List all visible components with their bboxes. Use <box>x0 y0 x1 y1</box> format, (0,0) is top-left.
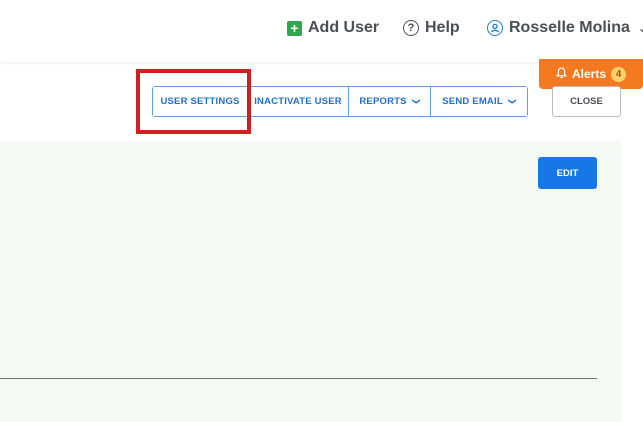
chevron-down-icon: ❯ <box>411 98 421 105</box>
reports-label: REPORTS <box>359 96 407 107</box>
chevron-down-icon: ⌄ <box>637 21 643 35</box>
inactivate-user-button[interactable]: INACTIVATE USER <box>248 87 349 116</box>
inactivate-user-label: INACTIVATE USER <box>254 96 342 107</box>
content-panel <box>0 141 621 422</box>
plus-square-icon: + <box>287 20 302 36</box>
chevron-down-icon: ❯ <box>507 98 517 105</box>
highlight-box <box>136 69 251 134</box>
close-label: CLOSE <box>570 96 603 107</box>
user-circle-icon <box>487 20 503 36</box>
add-user-label: Add User <box>308 19 380 36</box>
send-email-dropdown-button[interactable]: SEND EMAIL ❯ <box>431 87 527 116</box>
question-circle-icon: ? <box>403 20 419 36</box>
reports-dropdown-button[interactable]: REPORTS ❯ <box>349 87 431 116</box>
help-link[interactable]: ? Help <box>403 19 460 37</box>
edit-button[interactable]: EDIT <box>538 157 597 189</box>
alerts-button[interactable]: Alerts 4 <box>539 59 643 89</box>
send-email-label: SEND EMAIL <box>442 96 503 107</box>
help-label: Help <box>425 19 460 36</box>
user-profile-menu[interactable]: Rosselle Molina ⌄ <box>487 19 643 37</box>
close-button[interactable]: CLOSE <box>552 86 621 117</box>
panel-divider <box>0 378 597 379</box>
alerts-label: Alerts <box>571 67 606 81</box>
edit-label: EDIT <box>556 167 579 179</box>
bell-icon <box>555 66 568 82</box>
alerts-count-badge: 4 <box>611 66 626 82</box>
user-name: Rosselle Molina <box>509 19 630 36</box>
add-user-link[interactable]: + Add User <box>287 19 379 37</box>
top-header: + Add User ? Help Rosselle Molina ⌄ <box>0 0 643 62</box>
